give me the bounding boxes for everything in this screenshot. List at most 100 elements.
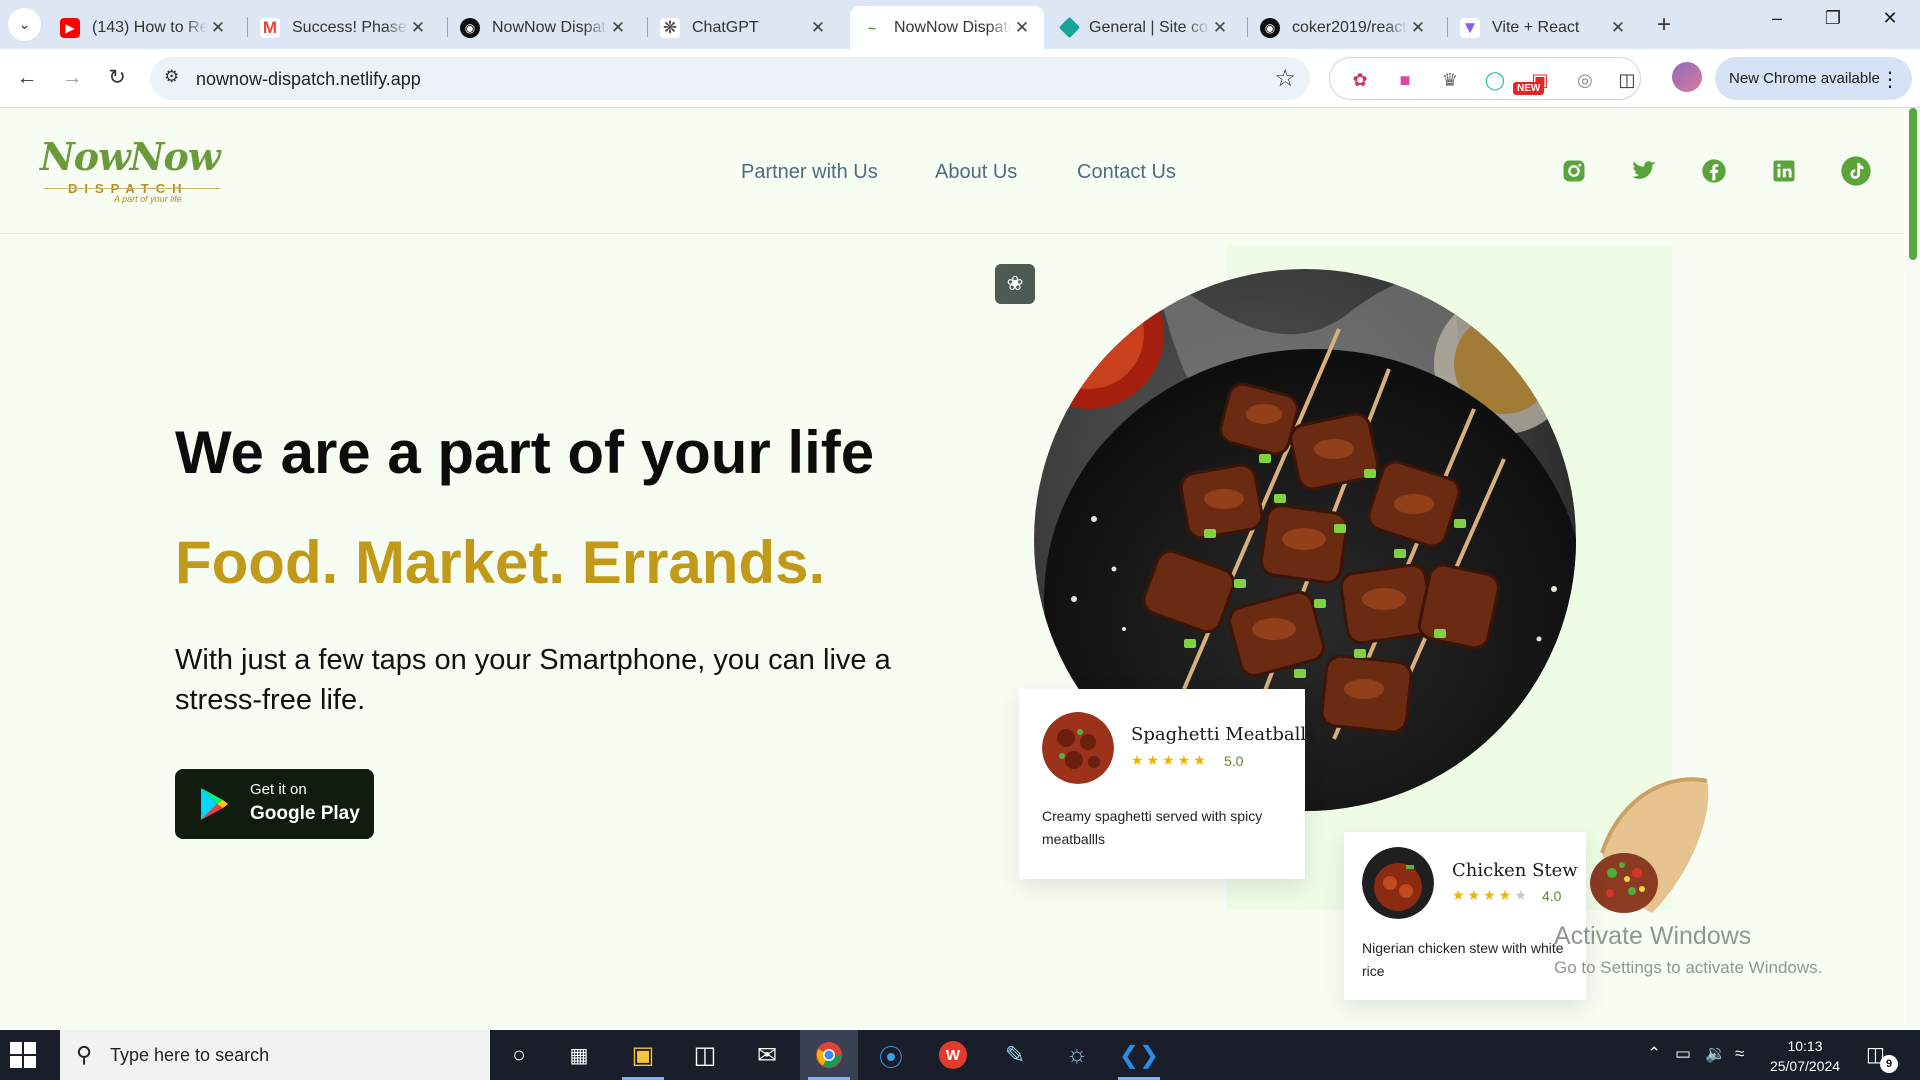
task-view-icon[interactable]: ▦ [550, 1030, 608, 1080]
close-tab-icon[interactable]: ✕ [1608, 18, 1628, 38]
card-description: Creamy spaghetti served with spicy meatb… [1042, 808, 1263, 847]
ai-assistant-brain-icon[interactable]: ❀ [995, 264, 1035, 304]
browser-tab[interactable]: General | Site co ✕ [1050, 6, 1242, 49]
chicken-stew-thumbnail [1362, 847, 1434, 919]
update-chrome-button[interactable]: New Chrome available ⋮ [1715, 57, 1912, 100]
extensions-puzzle-icon[interactable]: ◫ [1615, 69, 1639, 91]
reload-icon[interactable]: ↻ [102, 61, 132, 95]
card-rating: 4.0 [1542, 888, 1562, 904]
forward-icon[interactable]: → [57, 61, 87, 95]
bug-extension-icon[interactable]: ♛ [1438, 69, 1462, 91]
close-tab-icon[interactable]: ✕ [608, 18, 628, 38]
nownow-logo[interactable]: NowNow DISPATCH A part of your life [38, 128, 221, 208]
chatgpt-icon: ❋ [660, 17, 680, 38]
hero-title: We are a part of your life [175, 419, 875, 486]
wifi-icon[interactable]: ≈ [1735, 1044, 1744, 1064]
food-card[interactable]: Chicken Stew ★★★★★ 4.0 Nigerian chicken … [1344, 832, 1586, 1000]
close-tab-icon[interactable]: ✕ [208, 18, 228, 38]
wps-office-icon[interactable]: W [924, 1030, 982, 1080]
search-icon: ⚲ [76, 1042, 93, 1067]
instagram-icon[interactable] [1560, 157, 1588, 185]
site-settings-icon[interactable]: ⚙ [164, 67, 179, 87]
show-hidden-icons[interactable]: ⌃ [1647, 1044, 1661, 1064]
linkedin-icon[interactable] [1770, 157, 1798, 185]
spaghetti-thumbnail [1042, 712, 1114, 784]
windows-start-icon[interactable] [10, 1042, 36, 1068]
nav-contact-us[interactable]: Contact Us [1077, 161, 1176, 184]
browser-tab-active[interactable]: ~ NowNow Dispatch ✕ [850, 6, 1044, 49]
browser-tab[interactable]: ▼ Vite + React ✕ [1448, 6, 1640, 49]
nav-partner-with-us[interactable]: Partner with Us [741, 161, 878, 184]
close-tab-icon[interactable]: ✕ [408, 18, 428, 38]
page-scrollbar[interactable] [1906, 108, 1920, 1029]
close-tab-icon[interactable]: ✕ [1210, 18, 1230, 38]
mail-icon[interactable]: ✉ [738, 1030, 796, 1080]
browser-toolbar: ← → ↻ ⚙ nownow-dispatch.netlify.app ☆ ✿ … [0, 49, 1920, 108]
site-header: NowNow DISPATCH A part of your life Part… [0, 108, 1904, 234]
back-icon[interactable]: ← [12, 61, 42, 95]
browser-tab[interactable]: ◉ NowNow Dispatch ✕ [448, 6, 640, 49]
nav-about-us[interactable]: About Us [935, 161, 1017, 184]
close-window-icon[interactable]: ✕ [1870, 8, 1910, 29]
browser-tab[interactable]: ▶ (143) How to Re ✕ [48, 6, 240, 49]
gradient-extension-icon[interactable]: ■ [1393, 69, 1417, 91]
tab-search-button[interactable]: ⌄ [8, 8, 41, 41]
browser-tab[interactable]: ◉ coker2019/react ✕ [1248, 6, 1440, 49]
more-menu-icon[interactable]: ⋮ [1880, 67, 1900, 92]
record-extension-icon[interactable]: ◎ [1573, 69, 1597, 91]
card-title: Chicken Stew [1452, 860, 1578, 881]
browser-tab[interactable]: ❋ ChatGPT ✕ [648, 6, 840, 49]
notepad-icon[interactable]: ✎ [986, 1030, 1044, 1080]
new-badge: NEW [1513, 82, 1545, 95]
hero-subtitle: With just a few taps on your Smartphone,… [175, 644, 891, 716]
vscode-icon[interactable]: ❮❯ [1110, 1030, 1168, 1080]
grammarly-extension-icon[interactable]: ◯ [1483, 69, 1507, 91]
scrollbar-thumb[interactable] [1909, 108, 1917, 260]
chrome-icon[interactable] [800, 1030, 858, 1080]
github-icon: ◉ [1260, 17, 1280, 38]
bookmark-star-icon[interactable]: ☆ [1274, 64, 1296, 93]
url-text[interactable]: nownow-dispatch.netlify.app [196, 69, 421, 90]
card-rating: 5.0 [1224, 753, 1244, 769]
chevron-down-icon: ⌄ [18, 16, 31, 32]
close-tab-icon[interactable]: ✕ [808, 18, 828, 38]
address-bar[interactable]: ⚙ nownow-dispatch.netlify.app ☆ [150, 57, 1310, 100]
vite-icon: ▼ [1460, 17, 1480, 38]
twitter-icon[interactable] [1630, 157, 1658, 185]
google-play-button[interactable]: Get it on Google Play [175, 769, 374, 839]
file-explorer-icon[interactable]: ▣ [614, 1030, 672, 1080]
gmail-icon: M [260, 17, 280, 38]
netlify-icon [1058, 16, 1081, 39]
close-tab-icon[interactable]: ✕ [1408, 18, 1428, 38]
activate-windows-watermark: Activate Windows Go to Settings to activ… [1554, 922, 1823, 977]
extensions-area: ✿ ■ ♛ ◯ ▣ NEW ◎ ◫ [1329, 57, 1641, 100]
burrito-image [1590, 777, 1709, 913]
card-title: Spaghetti Meatballs [1131, 724, 1316, 745]
nownow-icon: ~ [862, 17, 882, 38]
minimize-icon[interactable]: – [1757, 8, 1797, 29]
facebook-icon[interactable] [1700, 157, 1728, 185]
edge-icon[interactable]: ⦿ [862, 1030, 920, 1080]
battery-icon[interactable]: ▭ [1675, 1044, 1691, 1064]
taskbar-clock[interactable]: 10:13 25/07/2024 [1765, 1036, 1845, 1076]
profile-avatar[interactable] [1672, 62, 1702, 92]
close-tab-icon[interactable]: ✕ [1012, 18, 1032, 38]
paint-icon[interactable]: ☼ [1048, 1030, 1106, 1080]
volume-icon[interactable]: 🔉 [1705, 1044, 1726, 1064]
new-tab-button[interactable]: + [1650, 11, 1678, 39]
color-picker-extension-icon[interactable]: ✿ [1348, 69, 1372, 91]
browser-tab[interactable]: M Success! Phase 1 ✕ [248, 6, 440, 49]
restore-icon[interactable]: ❐ [1813, 8, 1853, 29]
microsoft-store-icon[interactable]: ◫ [676, 1030, 734, 1080]
taskbar-search-box[interactable]: ⚲ Type here to search [60, 1030, 490, 1080]
star-rating-icon: ★★★★★ [1131, 752, 1209, 768]
star-rating-icon: ★★★★★ [1452, 887, 1530, 903]
tab-strip: ⌄ ▶ (143) How to Re ✕ M Success! Phase 1… [0, 0, 1920, 49]
tiktok-icon[interactable] [1840, 155, 1872, 187]
hero-tagline: Food. Market. Errands. [175, 529, 826, 596]
github-icon: ◉ [460, 17, 480, 38]
cortana-icon[interactable]: ○ [490, 1030, 548, 1080]
windows-taskbar: ⚲ Type here to search ○ ▦ ▣ ◫ ✉ ⦿ W ✎ ☼ … [0, 1030, 1920, 1080]
food-card[interactable]: Spaghetti Meatballs ★★★★★ 5.0 Creamy spa… [1019, 689, 1315, 879]
google-play-icon [201, 788, 228, 820]
